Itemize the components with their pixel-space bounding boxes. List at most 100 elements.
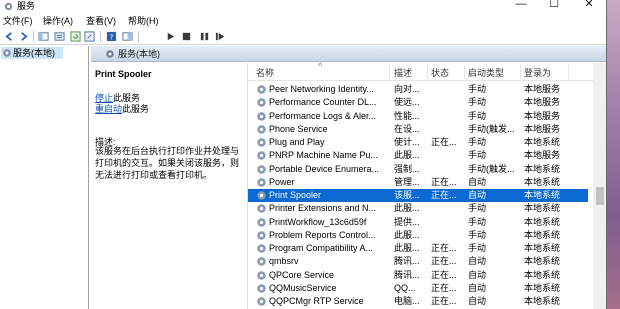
cell-name: Problem Reports Control... bbox=[269, 229, 376, 240]
cell-name: Printer Extensions and N... bbox=[269, 203, 377, 214]
menu-view[interactable]: 查看(V) bbox=[86, 15, 116, 27]
table-row[interactable]: PrintWorkflow_13c6d59f 提供... 手动 本地系统 bbox=[248, 216, 588, 229]
table-row[interactable]: Print Spooler 该服... 正在... 自动 本地系统 bbox=[248, 189, 588, 202]
cell-status: 正在... bbox=[431, 137, 457, 147]
toolbar: ? bbox=[0, 28, 606, 45]
cell-startup: 手动 bbox=[468, 97, 487, 108]
cell-logon: 本地系统 bbox=[524, 282, 561, 293]
service-gear-icon bbox=[257, 98, 266, 107]
table-row[interactable]: Plug and Play 使计... 正在... 手动 本地系统 bbox=[248, 136, 588, 149]
pause-service-icon[interactable] bbox=[199, 31, 210, 42]
table-row[interactable]: Problem Reports Control... 此服... 手动 本地系统 bbox=[248, 229, 588, 242]
table-row[interactable]: Phone Service 在设... 手动(触发... 本地服务 bbox=[248, 123, 588, 136]
show-hide-tree-icon[interactable] bbox=[38, 31, 49, 42]
cell-name: Program Compatibility A... bbox=[269, 243, 374, 253]
cell-name: Portable Device Enumera... bbox=[269, 163, 380, 174]
table-row[interactable]: PNRP Machine Name Pu... 此服... 手动 本地服务 bbox=[248, 149, 588, 162]
services-gear-icon bbox=[4, 2, 13, 11]
cell-name: Phone Service bbox=[269, 123, 328, 134]
vertical-scrollbar[interactable] bbox=[593, 63, 606, 309]
cell-desc: 在设... bbox=[394, 123, 420, 134]
cell-desc: 强制... bbox=[394, 163, 420, 174]
service-gear-icon bbox=[257, 164, 266, 174]
cell-desc: 提供... bbox=[394, 216, 420, 227]
start-service-icon[interactable] bbox=[165, 31, 176, 42]
forward-icon[interactable] bbox=[18, 31, 29, 42]
minimize-button[interactable]: — bbox=[510, 0, 532, 12]
results-header: 服务(本地) bbox=[91, 46, 606, 62]
tree-item-label: 服务(本地) bbox=[13, 48, 55, 58]
table-row[interactable]: Peer Networking Identity... 向对... 手动 本地服务 bbox=[248, 83, 588, 96]
table-row[interactable]: QQMusicService QQ... 正在... 自动 本地系统 bbox=[248, 282, 588, 295]
cell-logon: 本地服务 bbox=[524, 150, 561, 161]
menu-file[interactable]: 文件(F) bbox=[3, 15, 33, 27]
stop-service-link[interactable]: 停止 bbox=[95, 93, 113, 103]
cell-desc: 腾讯... bbox=[394, 256, 420, 267]
cell-name: qmbsrv bbox=[269, 256, 299, 267]
show-pane-icon[interactable] bbox=[122, 31, 133, 42]
table-row[interactable]: Performance Logs & Aler... 性能... 手动 本地服务 bbox=[248, 110, 588, 123]
menu-help[interactable]: 帮助(H) bbox=[128, 15, 159, 27]
cell-startup: 手动 bbox=[468, 110, 487, 121]
close-button[interactable]: ✕ bbox=[578, 0, 600, 12]
cell-desc: 腾讯... bbox=[394, 269, 420, 280]
table-row[interactable]: Power 管理... 正在... 自动 本地系统 bbox=[248, 176, 588, 189]
properties-icon[interactable] bbox=[54, 31, 65, 42]
cell-desc: 性能... bbox=[394, 110, 420, 121]
cell-startup: 自动 bbox=[468, 256, 487, 267]
table-row[interactable]: qmbsrv 腾讯... 正在... 自动 本地系统 bbox=[248, 255, 588, 268]
cell-logon: 本地服务 bbox=[524, 123, 561, 134]
cell-startup: 手动 bbox=[468, 84, 487, 94]
column-divider[interactable] bbox=[464, 65, 465, 79]
service-gear-icon bbox=[257, 138, 266, 147]
cell-logon: 本地服务 bbox=[524, 110, 561, 121]
cell-status: 正在... bbox=[431, 190, 457, 200]
table-row[interactable]: Program Compatibility A... 此服... 正在... 手动 本地… bbox=[248, 242, 588, 255]
toolbar-separator bbox=[100, 31, 101, 42]
stop-service-icon[interactable] bbox=[181, 31, 192, 42]
column-divider[interactable] bbox=[389, 65, 390, 79]
service-gear-icon bbox=[257, 125, 266, 134]
column-divider[interactable] bbox=[568, 65, 569, 79]
stop-service-suffix: 此服务 bbox=[113, 93, 141, 103]
restart-service-action: 重启动此服务 bbox=[95, 104, 149, 115]
cell-logon: 本地服务 bbox=[524, 84, 561, 94]
column-header-description[interactable]: 描述 bbox=[394, 68, 412, 79]
column-header-status[interactable]: 状态 bbox=[431, 68, 449, 79]
cell-desc: 此服... bbox=[394, 243, 420, 253]
column-divider[interactable] bbox=[427, 65, 428, 79]
service-gear-icon bbox=[257, 297, 266, 306]
refresh-icon[interactable] bbox=[70, 31, 81, 42]
cell-name: PNRP Machine Name Pu... bbox=[269, 150, 378, 161]
cell-logon: 本地系统 bbox=[524, 190, 561, 200]
back-icon[interactable] bbox=[4, 31, 15, 42]
table-row[interactable]: QPCore Service 腾讯... 正在... 自动 本地系统 bbox=[248, 269, 588, 282]
cell-status: 正在... bbox=[431, 282, 457, 293]
cell-status: 正在... bbox=[431, 269, 457, 280]
menu-action[interactable]: 操作(A) bbox=[43, 15, 73, 27]
help-icon[interactable]: ? bbox=[106, 31, 117, 42]
service-gear-icon bbox=[257, 231, 266, 240]
selected-service-name: Print Spooler bbox=[95, 69, 152, 79]
table-row[interactable]: Printer Extensions and N... 此服... 手动 本地系统 bbox=[248, 202, 588, 215]
restart-service-link[interactable]: 重启动 bbox=[95, 104, 122, 114]
services-window: 服务 — ☐ ✕ 文件(F) 操作(A) 查看(V) 帮助(H) ? 服务(本地… bbox=[0, 0, 607, 309]
restart-service-icon[interactable] bbox=[215, 31, 226, 42]
sort-ascending-icon: ^ bbox=[318, 61, 323, 71]
export-icon[interactable] bbox=[84, 31, 95, 42]
maximize-button[interactable]: ☐ bbox=[543, 0, 565, 12]
column-header-name[interactable]: 名称 bbox=[256, 68, 274, 79]
services-table: ^ 名称 描述 状态 启动类型 登录为 Peer Networking Iden… bbox=[247, 61, 606, 309]
table-row[interactable]: Portable Device Enumera... 强制... 手动(触发... 本… bbox=[248, 163, 588, 176]
cell-logon: 本地系统 bbox=[524, 216, 561, 227]
table-row[interactable]: Performance Counter DL... 使远... 手动 本地服务 bbox=[248, 96, 588, 109]
table-row[interactable]: QQPCMgr RTP Service 电脑... 正在... 自动 本地系统 bbox=[248, 295, 588, 308]
tree-item-services-local[interactable]: 服务(本地) bbox=[1, 47, 63, 59]
cell-name: QQPCMgr RTP Service bbox=[269, 296, 364, 306]
column-divider[interactable] bbox=[520, 65, 521, 79]
column-header-startup-type[interactable]: 启动类型 bbox=[468, 68, 504, 79]
column-header-log-on-as[interactable]: 登录为 bbox=[524, 68, 551, 79]
cell-desc: 使远... bbox=[394, 97, 420, 108]
cell-status: 正在... bbox=[431, 256, 457, 267]
scrollbar-thumb[interactable] bbox=[596, 187, 604, 205]
